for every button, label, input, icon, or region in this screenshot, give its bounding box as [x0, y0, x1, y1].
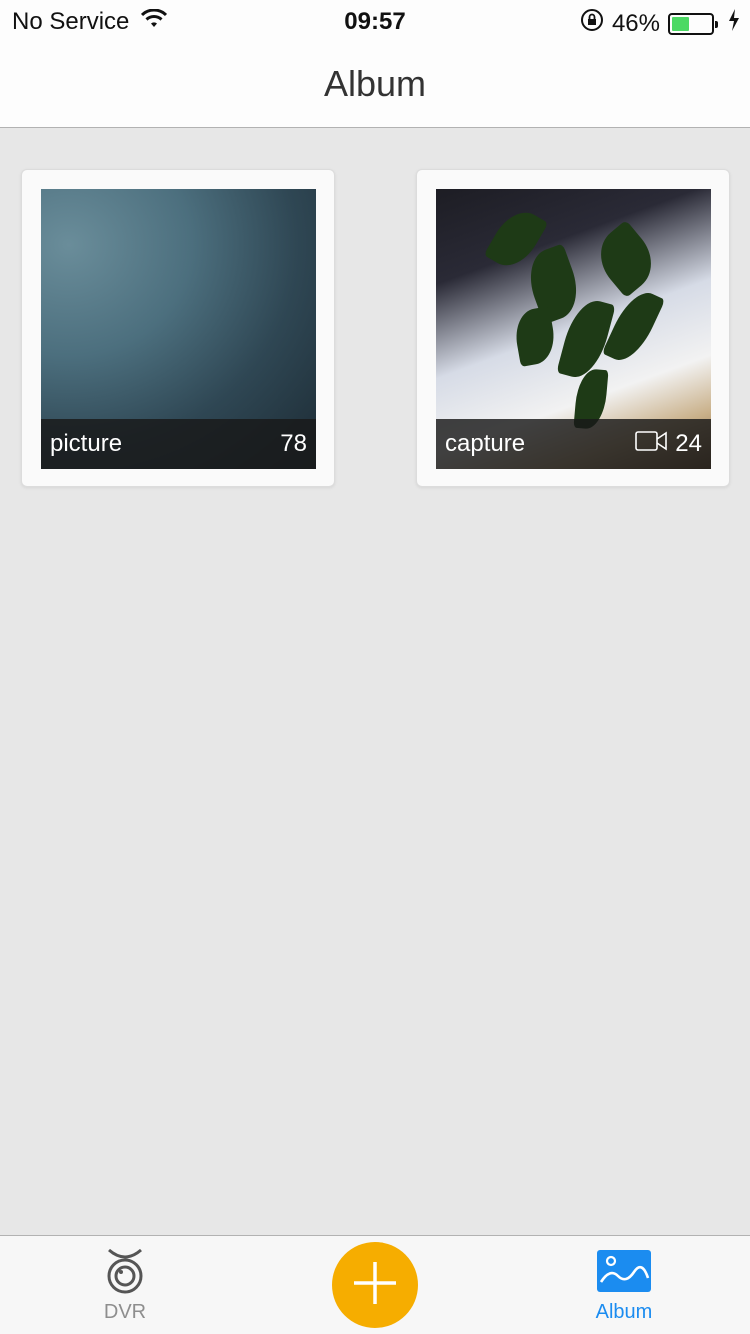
battery-level-fill	[672, 16, 690, 31]
add-button[interactable]	[332, 1242, 418, 1328]
plant-leaf	[587, 219, 665, 299]
nav-bar: Album	[0, 40, 750, 128]
album-count-wrap: 24	[635, 430, 702, 458]
album-count: 78	[280, 430, 307, 457]
album-count-wrap: 78	[280, 430, 307, 458]
album-label-bar: capture 24	[436, 419, 711, 469]
plant-leaf	[601, 285, 666, 368]
album-card-picture[interactable]: picture 78	[21, 167, 335, 489]
tab-dvr[interactable]: DVR	[50, 1248, 200, 1324]
rotation-lock-icon	[580, 8, 604, 39]
tab-album[interactable]: Album	[549, 1248, 699, 1324]
album-count: 24	[675, 430, 702, 457]
plus-icon	[352, 1260, 398, 1311]
tab-bar: DVR Album	[0, 1235, 750, 1334]
album-label-bar: picture 78	[41, 419, 316, 469]
video-camera-icon	[635, 430, 668, 458]
status-bar: No Service 09:57 46%	[0, 0, 750, 40]
status-right: 46%	[580, 8, 740, 39]
page-title: Album	[323, 62, 427, 104]
tab-dvr-label: DVR	[103, 1301, 147, 1323]
charging-icon	[728, 9, 740, 38]
album-card-capture[interactable]: capture 24	[416, 167, 730, 489]
tab-album-label: Album	[595, 1301, 653, 1323]
album-thumbnail: capture 24	[436, 189, 711, 469]
album-grid: picture 78 capture 24	[0, 129, 750, 1235]
battery-percent: 46%	[611, 9, 660, 37]
dashcam-icon	[50, 1248, 200, 1299]
album-name: capture	[445, 430, 526, 457]
album-thumbnail: picture 78	[41, 189, 316, 469]
album-image-icon	[549, 1248, 699, 1299]
album-name: picture	[50, 430, 123, 457]
battery-icon	[668, 12, 718, 35]
